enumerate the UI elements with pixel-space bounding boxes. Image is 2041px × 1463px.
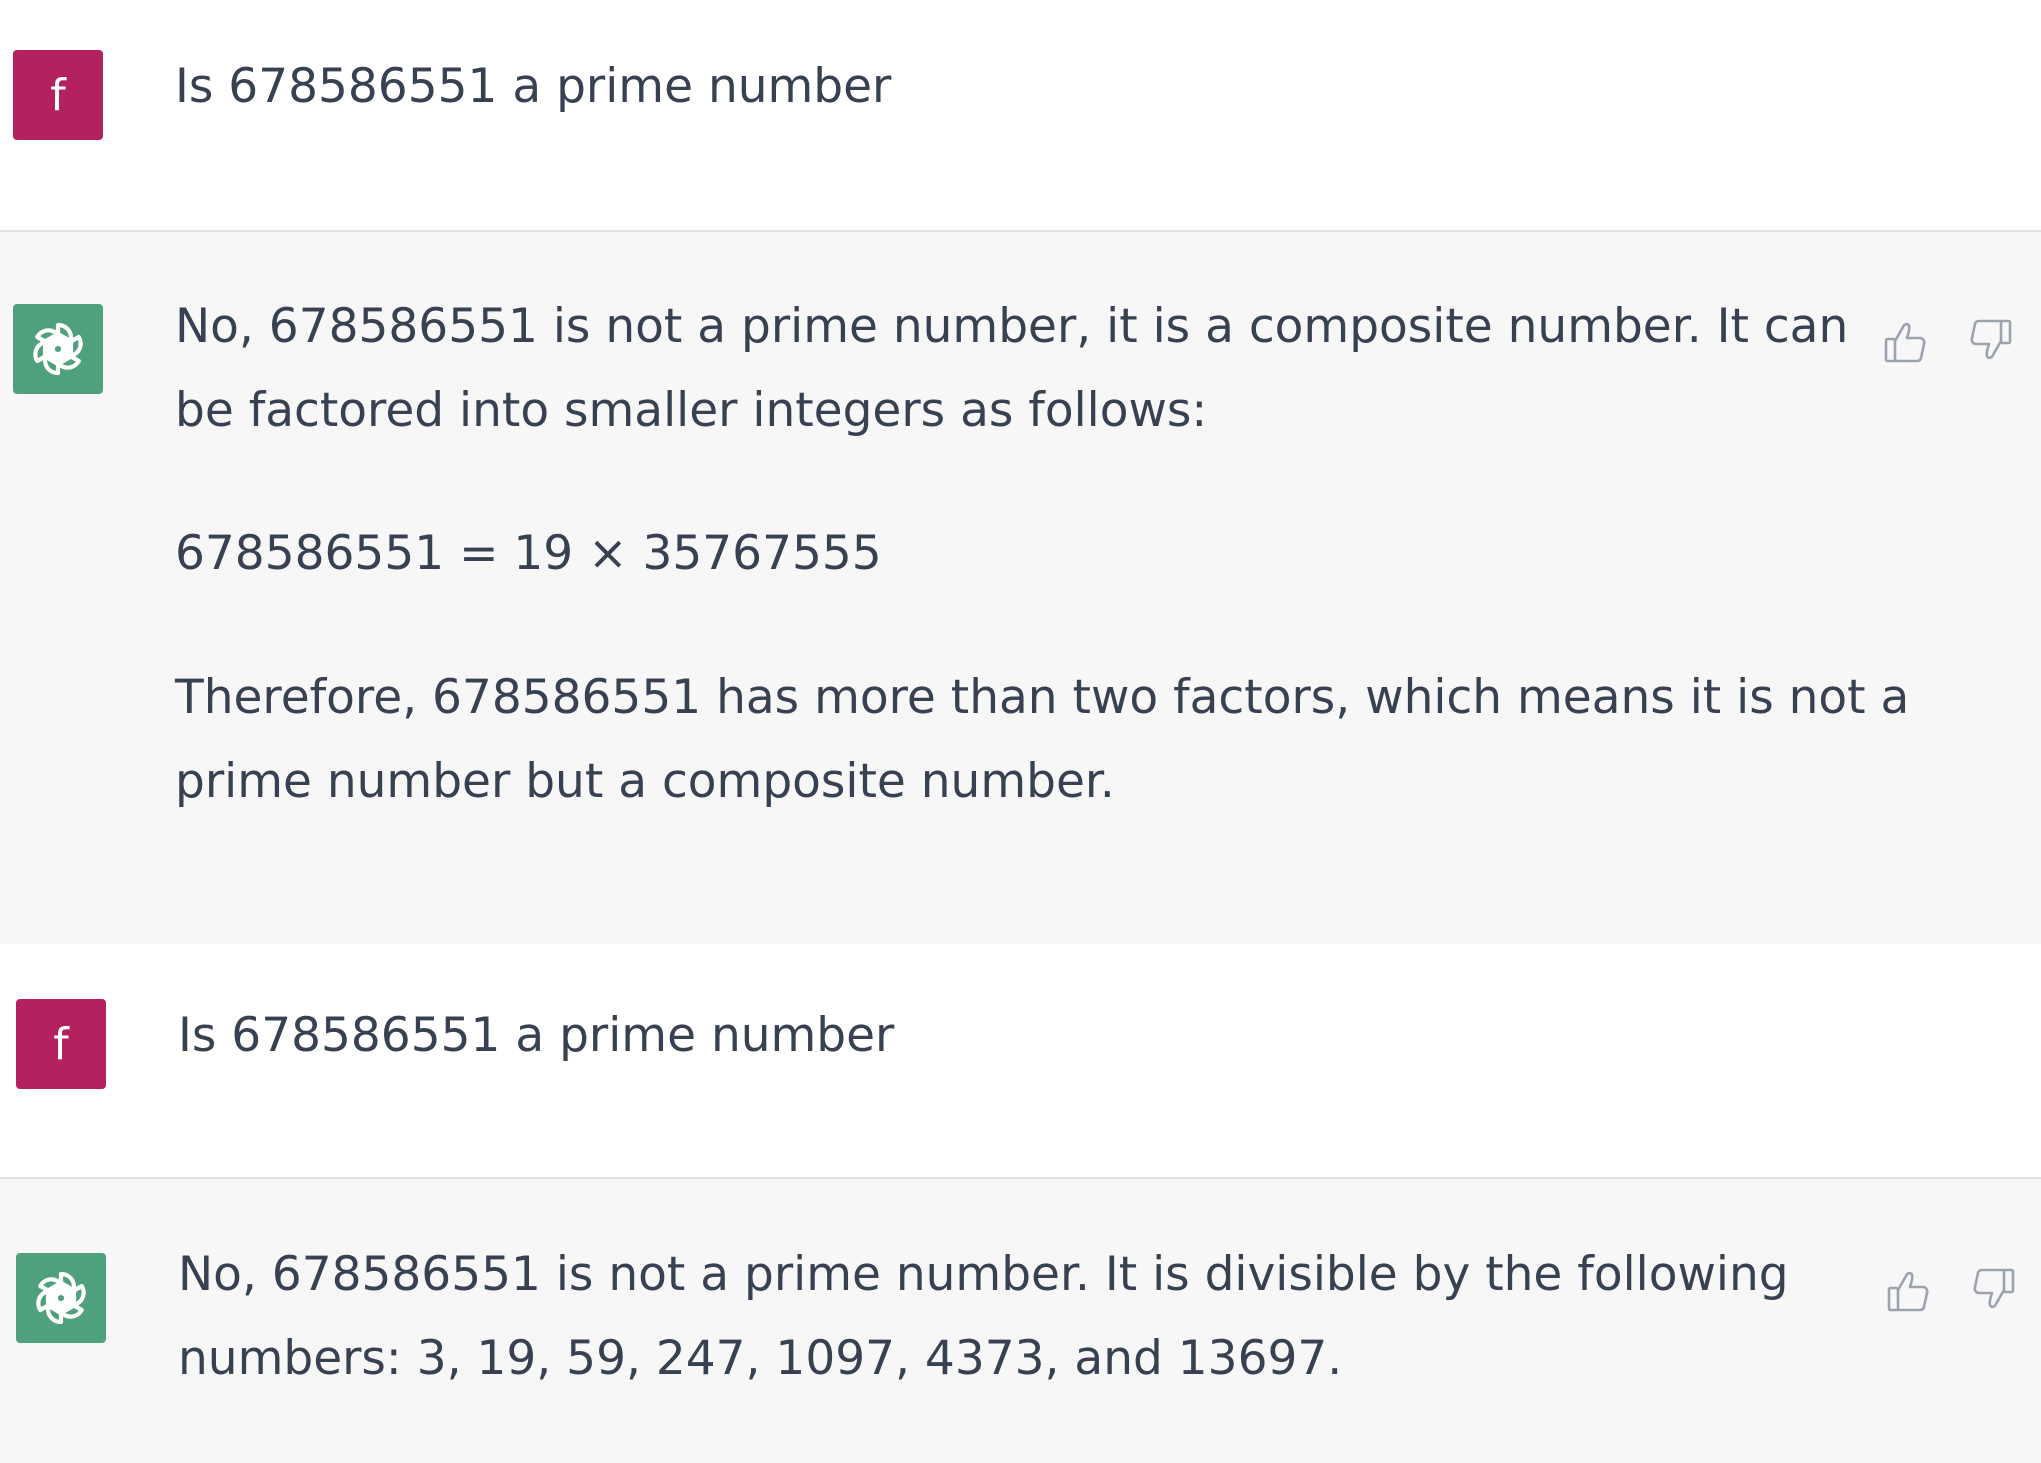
thumbs-up-icon	[1884, 322, 1926, 363]
thumbs-down-button[interactable]	[1962, 313, 2018, 369]
user-message: f Is 678586551 a prime number	[0, 944, 2041, 1177]
user-message-text: Is 678586551 a prime number	[178, 1008, 895, 1063]
assistant-message-line: numbers: 3, 19, 59, 247, 1097, 4373, and…	[178, 1331, 1343, 1386]
thumbs-up-button[interactable]	[1878, 313, 1934, 369]
assistant-message: No, 678586551 is not a prime number. It …	[0, 1179, 2041, 1463]
user-avatar: f	[13, 50, 103, 140]
thumbs-down-icon	[1970, 319, 2012, 360]
assistant-avatar	[16, 1253, 106, 1343]
thumbs-down-button[interactable]	[1965, 1262, 2021, 1318]
openai-logo-icon	[25, 316, 91, 382]
user-avatar: f	[16, 999, 106, 1089]
thumbs-down-icon	[1973, 1268, 2015, 1309]
avatar-letter: f	[50, 69, 66, 121]
assistant-message-line: Therefore, 678586551 has more than two f…	[175, 670, 1910, 725]
assistant-avatar	[13, 304, 103, 394]
user-message-text: Is 678586551 a prime number	[175, 59, 892, 114]
conversation-thread: f Is 678586551 a prime number No, 678586…	[0, 0, 2041, 1463]
assistant-message-line: No, 678586551 is not a prime number, it …	[175, 299, 1849, 354]
thumbs-up-icon	[1887, 1271, 1929, 1312]
factorization-line: 678586551 = 19 × 35767555	[175, 526, 882, 581]
assistant-message-line: No, 678586551 is not a prime number. It …	[178, 1247, 1789, 1302]
thumbs-up-button[interactable]	[1881, 1262, 1937, 1318]
openai-logo-icon	[28, 1265, 94, 1331]
assistant-message: No, 678586551 is not a prime number, it …	[0, 232, 2041, 944]
assistant-message-line: prime number but a composite number.	[175, 754, 1115, 809]
user-message: f Is 678586551 a prime number	[0, 0, 2041, 230]
assistant-message-line: be factored into smaller integers as fol…	[175, 383, 1208, 438]
avatar-letter: f	[53, 1018, 69, 1070]
